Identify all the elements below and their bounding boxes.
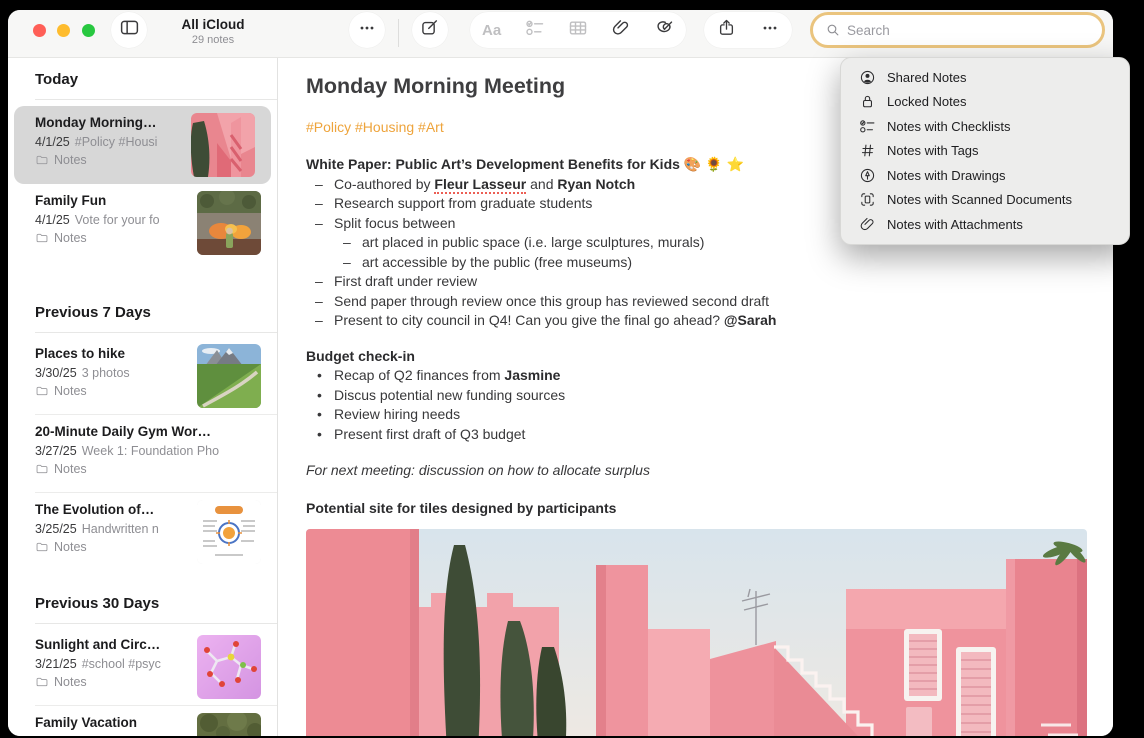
editor-more-button[interactable] — [753, 13, 787, 47]
note-thumbnail — [197, 191, 261, 255]
new-note-button[interactable] — [412, 12, 448, 48]
list-item: Send paper through review once this grou… — [306, 292, 1113, 312]
folder-icon — [35, 540, 49, 554]
note-row-sunlight[interactable]: Sunlight and Circ… 3/21/25#school #psyc … — [8, 628, 277, 705]
format-text-button[interactable]: Aa — [475, 13, 509, 47]
desktop-background: All iCloud 29 notes Aa — [0, 0, 1144, 738]
photo-caption: Potential site for tiles designed by par… — [306, 499, 1113, 519]
search-icon — [825, 22, 841, 38]
note-thumbnail — [197, 713, 261, 736]
hash-icon — [858, 142, 876, 159]
attachment-button[interactable] — [604, 13, 638, 47]
close-window-button[interactable] — [33, 24, 46, 37]
compose-icon — [420, 18, 440, 43]
list-item: Review hiring needs — [306, 405, 1113, 425]
list-item: Recap of Q2 finances from Jasmine — [306, 366, 1113, 386]
table-button[interactable] — [561, 13, 595, 47]
filter-notes-with-scanned-documents[interactable]: Notes with Scanned Documents — [841, 188, 1129, 213]
lock-icon — [858, 93, 876, 110]
note-thumbnail — [197, 635, 261, 699]
checklist-icon — [858, 118, 876, 135]
folder-title: All iCloud — [138, 16, 288, 33]
mention: @Sarah — [724, 312, 777, 328]
note-thumbnail — [191, 113, 255, 177]
note-list-more-button[interactable] — [349, 12, 385, 48]
list-item: Discus potential new funding sources — [306, 386, 1113, 406]
doc-scan-icon — [858, 191, 876, 208]
section-header-today: Today — [35, 70, 277, 90]
paperclip-icon — [858, 216, 876, 233]
list-item-nested: art accessible by the public (free museu… — [334, 253, 1113, 273]
search-filter-menu: Shared Notes Locked Notes Notes with Che… — [840, 57, 1130, 245]
window-title: All iCloud 29 notes — [138, 16, 288, 47]
share-toolbar-group — [704, 12, 792, 48]
note-row-family-vacation[interactable]: Family Vacation — [8, 706, 277, 736]
zoom-window-button[interactable] — [82, 24, 95, 37]
toolbar: All iCloud 29 notes Aa — [8, 10, 1113, 58]
list-item: Present first draft of Q3 budget — [306, 425, 1113, 445]
share-button[interactable] — [709, 13, 743, 47]
list-item: First draft under review — [306, 272, 1113, 292]
filter-notes-with-drawings[interactable]: Notes with Drawings — [841, 163, 1129, 188]
emoji-decorations: 🎨 🌻 ⭐ — [684, 156, 744, 172]
folder-icon — [35, 231, 49, 245]
more-icon — [760, 18, 780, 43]
checklist-button[interactable] — [518, 13, 552, 47]
folder-icon — [35, 462, 49, 476]
filter-shared-notes[interactable]: Shared Notes — [841, 65, 1129, 90]
note-count: 29 notes — [138, 33, 288, 47]
section-header-previous-30-days: Previous 30 Days — [35, 594, 277, 614]
minimize-window-button[interactable] — [57, 24, 70, 37]
note-row-gym-workout[interactable]: 20-Minute Daily Gym Wor… 3/27/25Week 1: … — [8, 415, 277, 492]
divider — [35, 99, 277, 100]
table-icon — [568, 18, 588, 43]
person-name: Fleur Lasseur — [434, 176, 526, 194]
filter-notes-with-tags[interactable]: Notes with Tags — [841, 139, 1129, 164]
filter-notes-with-checklists[interactable]: Notes with Checklists — [841, 114, 1129, 139]
list-item: Present to city council in Q4! Can you g… — [306, 311, 1113, 331]
folder-icon — [35, 384, 49, 398]
aa-icon: Aa — [482, 22, 501, 39]
divider — [35, 332, 277, 333]
paperclip-icon — [611, 18, 631, 43]
note-row-evolution[interactable]: The Evolution of… 3/25/25Handwritten n N… — [8, 493, 277, 570]
note-thumbnail — [197, 500, 261, 564]
attached-photo-pink-building[interactable] — [306, 529, 1087, 736]
search-field[interactable] — [810, 12, 1105, 48]
note-thumbnail — [197, 344, 261, 408]
note-row-monday-morning[interactable]: Monday Morning… 4/1/25#Policy #Housi Not… — [14, 106, 271, 184]
folder-icon — [35, 153, 49, 167]
filter-notes-with-attachments[interactable]: Notes with Attachments — [841, 212, 1129, 237]
person-name: Ryan Notch — [557, 176, 635, 192]
sidebar-icon — [119, 17, 140, 43]
markup-button[interactable] — [647, 13, 681, 47]
note-list-sidebar: Today Monday Morning… 4/1/25#Policy #Hou… — [8, 58, 278, 736]
formatting-toolbar-group: Aa — [470, 12, 686, 48]
filter-locked-notes[interactable]: Locked Notes — [841, 90, 1129, 115]
note-heading: Budget check-in — [306, 347, 1113, 367]
markup-scribble-icon — [654, 18, 674, 43]
search-input[interactable] — [845, 22, 1102, 39]
note-row-family-fun[interactable]: Family Fun 4/1/25Vote for your fo Notes — [8, 184, 277, 261]
section-header-previous-7-days: Previous 7 Days — [35, 303, 277, 323]
folder-icon — [35, 675, 49, 689]
divider — [35, 623, 277, 624]
note-row-places-to-hike[interactable]: Places to hike 3/30/253 photos Notes — [8, 337, 277, 414]
toolbar-divider — [398, 19, 399, 47]
person-circle-icon — [858, 69, 876, 86]
notes-window: All iCloud 29 notes Aa — [8, 10, 1113, 736]
person-name: Jasmine — [504, 367, 560, 383]
pencil-circle-icon — [858, 167, 876, 184]
checklist-icon — [525, 18, 545, 43]
more-icon — [357, 18, 377, 43]
note-italic-line: For next meeting: discussion on how to a… — [306, 461, 1113, 481]
share-icon — [717, 18, 736, 42]
